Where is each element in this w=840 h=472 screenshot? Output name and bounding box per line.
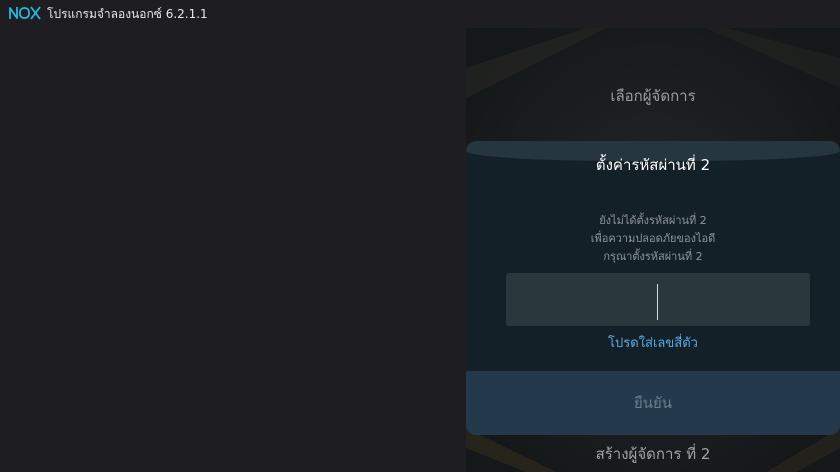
dialog-title: ตั้งค่ารหัสผ่านที่ 2 xyxy=(595,156,711,174)
screen-heading: เลือกผู้จัดการ xyxy=(610,87,696,105)
nox-logo-icon xyxy=(9,6,41,20)
dialog-description-line-1: ยังไม่ได้ตั้งรหัสผ่านที่ 2 xyxy=(599,214,707,227)
pin-input-field[interactable] xyxy=(506,273,810,326)
pin-hint-text: โปรดใส่เลขสี่ตัว xyxy=(608,336,698,351)
dialog-description-line-3: กรุณาตั้งรหัสผ่านที่ 2 xyxy=(603,250,703,263)
emulator-screen: เลือกผู้จัดการ ตั้งค่ารหัสผ่านที่ 2 ยังไ… xyxy=(466,28,840,472)
window-title: โปรแกรมจำลองนอกซ์ 6.2.1.1 xyxy=(47,7,208,21)
confirm-button[interactable]: ยืนยัน xyxy=(466,371,840,435)
dialog-description-line-2: เพื่อความปลอดภัยของไอดี xyxy=(590,232,716,245)
text-caret xyxy=(657,284,658,320)
create-manager-link[interactable]: สร้างผู้จัดการ ที่ 2 xyxy=(466,442,840,466)
second-password-dialog: ตั้งค่ารหัสผ่านที่ 2 ยังไม่ได้ตั้งรหัสผ่… xyxy=(466,141,840,435)
title-bar: โปรแกรมจำลองนอกซ์ 6.2.1.1 xyxy=(0,0,840,28)
empty-left-area xyxy=(0,28,466,472)
